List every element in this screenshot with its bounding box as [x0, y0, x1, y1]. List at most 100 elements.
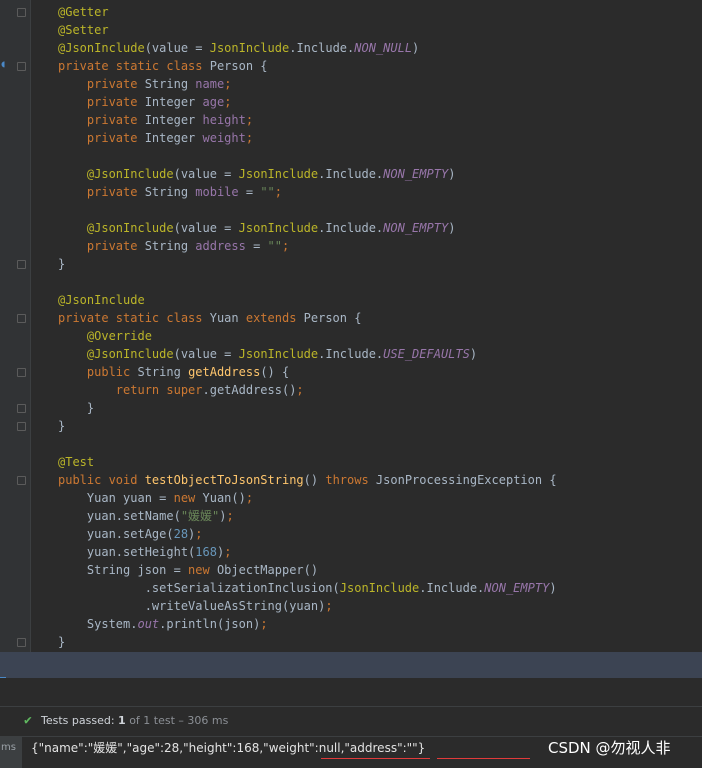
code-line[interactable]: }: [58, 255, 702, 273]
code-token: @JsonInclude: [86, 167, 174, 181]
code-line[interactable]: [58, 273, 702, 291]
code-line[interactable]: private Integer weight;: [58, 129, 702, 147]
code-token: System.: [58, 617, 138, 631]
code-line[interactable]: .setSerializationInclusion(JsonInclude.I…: [58, 579, 702, 597]
test-status-row: ✔ Tests passed: 1 of 1 test – 306 ms: [0, 706, 702, 735]
code-line[interactable]: private String address = "";: [58, 237, 702, 255]
code-editor[interactable]: ◖ @Getter @Setter @JsonInclude(value = Jso…: [0, 0, 702, 652]
implementation-marker-icon[interactable]: ◖: [0, 60, 8, 70]
code-token: private static class: [58, 59, 210, 73]
code-line[interactable]: }: [58, 633, 702, 651]
fold-marker-icon[interactable]: [17, 62, 26, 71]
code-line[interactable]: @JsonInclude(value = JsonInclude.Include…: [58, 39, 702, 57]
code-line[interactable]: private String name;: [58, 75, 702, 93]
code-token: ): [549, 581, 557, 595]
panel-divider-bar[interactable]: [0, 652, 702, 679]
code-token: new: [173, 491, 203, 505]
code-token: .setSerializationInclusion(: [58, 581, 340, 595]
code-line[interactable]: System.out.println(json);: [58, 615, 702, 633]
tests-total-duration: of 1 test – 306 ms: [129, 714, 229, 727]
code-line[interactable]: @Test: [58, 453, 702, 471]
fold-marker-icon[interactable]: [17, 314, 26, 323]
code-token: (value =: [144, 41, 210, 55]
code-token: address: [195, 239, 246, 253]
code-token: JsonInclude: [209, 41, 290, 55]
code-line[interactable]: [58, 201, 702, 219]
code-line[interactable]: private Integer height;: [58, 111, 702, 129]
tests-passed-count: 1: [118, 714, 126, 727]
code-token: ;: [260, 617, 268, 631]
code-line[interactable]: yuan.setHeight(168);: [58, 543, 702, 561]
code-area[interactable]: @Getter @Setter @JsonInclude(value = JsonI…: [58, 3, 702, 651]
code-line[interactable]: public String getAddress() {: [58, 363, 702, 381]
code-token: Yuan yuan =: [58, 491, 174, 505]
fold-marker-icon[interactable]: [17, 8, 26, 17]
code-line[interactable]: Yuan yuan = new Yuan();: [58, 489, 702, 507]
code-token: NON_EMPTY: [383, 221, 449, 235]
code-line[interactable]: private static class Person {: [58, 57, 702, 75]
fold-marker-icon[interactable]: [17, 638, 26, 647]
code-token: ;: [226, 509, 234, 523]
code-line[interactable]: public void testObjectToJsonString() thr…: [58, 471, 702, 489]
code-token: Integer: [144, 95, 203, 109]
code-token: ): [412, 41, 420, 55]
code-token: String: [144, 77, 196, 91]
fold-marker-icon[interactable]: [17, 260, 26, 269]
code-token: NON_EMPTY: [484, 581, 550, 595]
code-token: private: [86, 239, 145, 253]
fold-marker-icon[interactable]: [17, 404, 26, 413]
code-token: ): [448, 221, 456, 235]
duration-tag: ms: [0, 737, 22, 768]
code-token: .Include.: [318, 347, 384, 361]
code-token: new: [188, 563, 217, 577]
code-token: return super: [115, 383, 203, 397]
code-line[interactable]: @JsonInclude: [58, 291, 702, 309]
tests-passed-label: Tests passed:: [41, 714, 115, 727]
code-line[interactable]: private String mobile = "";: [58, 183, 702, 201]
code-line[interactable]: .writeValueAsString(yuan);: [58, 597, 702, 615]
code-token: ;: [296, 383, 304, 397]
fold-marker-icon[interactable]: [17, 476, 26, 485]
code-line[interactable]: yuan.setName("媛媛");: [58, 507, 702, 525]
code-line[interactable]: String json = new ObjectMapper(): [58, 561, 702, 579]
code-line[interactable]: @JsonInclude(value = JsonInclude.Include…: [58, 165, 702, 183]
code-line[interactable]: yuan.setAge(28);: [58, 525, 702, 543]
code-line[interactable]: }: [58, 399, 702, 417]
code-token: (value =: [173, 347, 239, 361]
code-token: Integer: [144, 113, 203, 127]
fold-marker-icon[interactable]: [17, 368, 26, 377]
code-token: =: [238, 185, 261, 199]
code-token: @JsonInclude: [58, 41, 145, 55]
code-token: Yuan(): [202, 491, 246, 505]
fold-marker-icon[interactable]: [17, 422, 26, 431]
code-line[interactable]: @JsonInclude(value = JsonInclude.Include…: [58, 219, 702, 237]
code-line[interactable]: @Setter: [58, 21, 702, 39]
code-token: JsonInclude: [238, 167, 319, 181]
code-token: .Include.: [318, 221, 384, 235]
code-token: private: [86, 185, 145, 199]
code-line[interactable]: [58, 435, 702, 453]
code-line[interactable]: }: [58, 417, 702, 435]
code-token: name: [195, 77, 225, 91]
code-token: @JsonInclude: [86, 221, 174, 235]
code-token: yuan.setAge(: [58, 527, 174, 541]
code-line[interactable]: private Integer age;: [58, 93, 702, 111]
code-line[interactable]: @Getter: [58, 3, 702, 21]
code-line[interactable]: @JsonInclude(value = JsonInclude.Include…: [58, 345, 702, 363]
code-line[interactable]: [58, 147, 702, 165]
code-line[interactable]: private static class Yuan extends Person…: [58, 309, 702, 327]
code-token: JsonInclude: [238, 221, 319, 235]
code-token: String: [144, 185, 196, 199]
code-token: private: [86, 131, 145, 145]
code-token: .Include.: [289, 41, 355, 55]
code-token: @Override: [86, 329, 152, 343]
code-token: }: [58, 257, 66, 271]
underline-address: [437, 758, 530, 759]
code-line[interactable]: @Override: [58, 327, 702, 345]
code-token: Integer: [144, 131, 203, 145]
code-token: .writeValueAsString(yuan): [58, 599, 326, 613]
code-line[interactable]: return super.getAddress();: [58, 381, 702, 399]
